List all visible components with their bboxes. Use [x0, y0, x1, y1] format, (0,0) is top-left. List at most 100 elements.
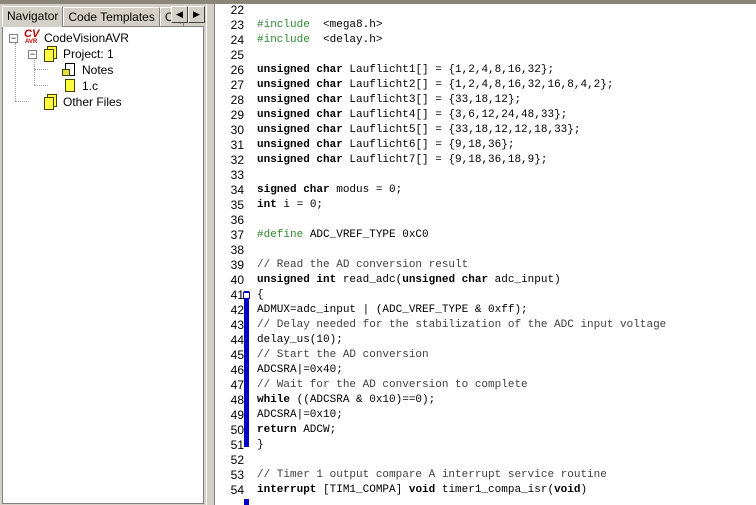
comment: // Delay needed for the stabilization of…	[257, 319, 667, 331]
code-text: ADCSRA|=0x40;	[257, 363, 343, 378]
code-line: 31 unsigned char Lauflicht6[] = {9,18,36}…	[215, 138, 756, 153]
code-text: ADMUX=adc_input | (ADC_VREF_TYPE & 0xff)…	[257, 303, 528, 318]
code-line: 35 int i = 0;	[215, 198, 756, 213]
keyword: unsigned char	[257, 79, 343, 91]
code-line: 22	[215, 3, 756, 18]
fold-toggle-icon[interactable]	[243, 292, 250, 299]
tree-notes[interactable]: Notes	[62, 62, 113, 78]
code-line: 49 ADCSRA|=0x10;	[215, 408, 756, 423]
code-line: 30 unsigned char Lauflicht5[] = {33,18,12…	[215, 123, 756, 138]
code-text: unsigned int read_adc(unsigned char adc_…	[257, 273, 561, 288]
tree-file-label: 1.c	[82, 79, 99, 93]
code-line: 29 unsigned char Lauflicht4[] = {3,6,12,2…	[215, 108, 756, 123]
line-number: 29	[230, 108, 244, 122]
code-line: 41 {	[215, 288, 756, 303]
tree-file-1c[interactable]: 1.c	[62, 78, 98, 94]
tab-navigator[interactable]: Navigator	[2, 6, 64, 27]
tree-other-files[interactable]: Other Files	[43, 94, 122, 110]
navigator-tabs: Navigator Code Templates Clip	[2, 6, 184, 27]
code-token: ADCSRA|=0x10;	[257, 409, 343, 421]
code-text: // Read the AD conversion result	[257, 258, 468, 273]
comment: // Wait for the AD conversion to complet…	[257, 379, 528, 391]
tree-project[interactable]: − Project: 1	[28, 46, 114, 62]
keyword: void	[554, 484, 581, 496]
keyword: int	[257, 199, 277, 211]
code-line: 38	[215, 243, 756, 258]
line-number: 24	[230, 33, 244, 47]
code-text: // Timer 1 output compare A interrupt se…	[257, 468, 607, 483]
code-text: unsigned char Lauflicht4[] = {3,6,12,24,…	[257, 108, 567, 123]
line-number: 35	[230, 198, 244, 212]
notes-icon	[62, 62, 78, 78]
code-line: 45 // Start the AD conversion	[215, 348, 756, 363]
line-number: 48	[230, 393, 244, 407]
line-number: 45	[230, 348, 244, 362]
other-files-icon	[43, 94, 59, 110]
comment: // Read the AD conversion result	[257, 259, 469, 271]
line-number: 50	[230, 423, 244, 437]
file-icon	[62, 78, 78, 94]
directive: #include	[257, 19, 310, 31]
code-token: Lauflicht1[] = {1,2,4,8,16,32};	[342, 64, 555, 76]
code-text: unsigned char Lauflicht6[] = {9,18,36};	[257, 138, 514, 153]
code-line: 44 delay_us(10);	[215, 333, 756, 348]
keyword: unsigned char	[257, 139, 343, 151]
code-text: {	[257, 288, 264, 303]
tree-root[interactable]: − CV AVR CodeVisionAVR	[9, 28, 129, 46]
tab-scroll-right-icon[interactable]: ▶	[188, 6, 205, 23]
line-number: 28	[230, 93, 244, 107]
code-token: Lauflicht3[] = {33,18,12};	[342, 94, 522, 106]
code-line: 37 #define ADC_VREF_TYPE 0xC0	[215, 228, 756, 243]
code-token: }	[257, 439, 264, 451]
code-line: 53 // Timer 1 output compare A interrupt …	[215, 468, 756, 483]
tree-notes-label: Notes	[82, 63, 114, 77]
line-number: 42	[230, 303, 244, 317]
code-line: 33	[215, 168, 756, 183]
code-text: // Start the AD conversion	[257, 348, 429, 363]
code-editor[interactable]: 22 23 #include <mega8.h> 24 #include <delay.…	[215, 3, 756, 505]
line-number: 37	[230, 228, 244, 242]
code-line: 51}	[215, 438, 756, 453]
line-number: 47	[230, 378, 244, 392]
line-number: 49	[230, 408, 244, 422]
line-number: 26	[230, 63, 244, 77]
code-text: unsigned char Lauflicht2[] = {1,2,4,8,16…	[257, 78, 613, 93]
code-text: #define ADC_VREF_TYPE 0xC0	[257, 228, 429, 243]
keyword: void	[408, 484, 436, 496]
code-line: 50 return ADCW;	[215, 423, 756, 438]
code-text: signed char modus = 0;	[257, 183, 402, 198]
collapse-icon[interactable]: −	[9, 33, 18, 43]
line-number: 44	[230, 333, 244, 347]
code-text: return ADCW;	[257, 423, 336, 438]
code-line: 25	[215, 48, 756, 63]
code-text: #include <mega8.h>	[257, 18, 382, 33]
code-text: unsigned char Lauflicht3[] = {33,18,12};	[257, 93, 521, 108]
code-token: i = 0;	[276, 199, 324, 211]
keyword: while	[257, 394, 291, 406]
code-text: ADCSRA|=0x10;	[257, 408, 343, 423]
keyword: unsigned char	[257, 109, 343, 121]
tab-scroll-left-icon[interactable]: ◀	[171, 6, 188, 23]
line-number: 25	[230, 48, 244, 62]
code-line: 42 ADMUX=adc_input | (ADC_VREF_TYPE & 0xf…	[215, 303, 756, 318]
code-text: unsigned char Lauflicht1[] = {1,2,4,8,16…	[257, 63, 554, 78]
line-number: 27	[230, 78, 244, 92]
collapse-icon[interactable]: −	[28, 49, 37, 59]
fold-region-marker	[244, 291, 249, 447]
code-line: 40 unsigned int read_adc(unsigned char ad…	[215, 273, 756, 288]
line-number: 30	[230, 123, 244, 137]
panel-splitter[interactable]	[206, 4, 215, 505]
tab-code-templates[interactable]: Code Templates	[63, 7, 160, 26]
tree-root-label: CodeVisionAVR	[44, 31, 129, 45]
code-token: [TIM1_COMPA]	[316, 484, 409, 496]
code-token: ADCW;	[296, 424, 337, 436]
line-number: 51	[230, 438, 244, 452]
code-line: 43 // Delay needed for the stabilization …	[215, 318, 756, 333]
code-token: {	[257, 289, 264, 301]
code-text: int i = 0;	[257, 198, 323, 213]
code-token: Lauflicht4[] = {3,6,12,24,48,33};	[342, 109, 568, 121]
code-line: 34 signed char modus = 0;	[215, 183, 756, 198]
code-token: )	[580, 484, 588, 496]
code-token: <mega8.h>	[309, 19, 383, 31]
code-token: Lauflicht5[] = {33,18,12,12,18,33};	[342, 124, 581, 136]
